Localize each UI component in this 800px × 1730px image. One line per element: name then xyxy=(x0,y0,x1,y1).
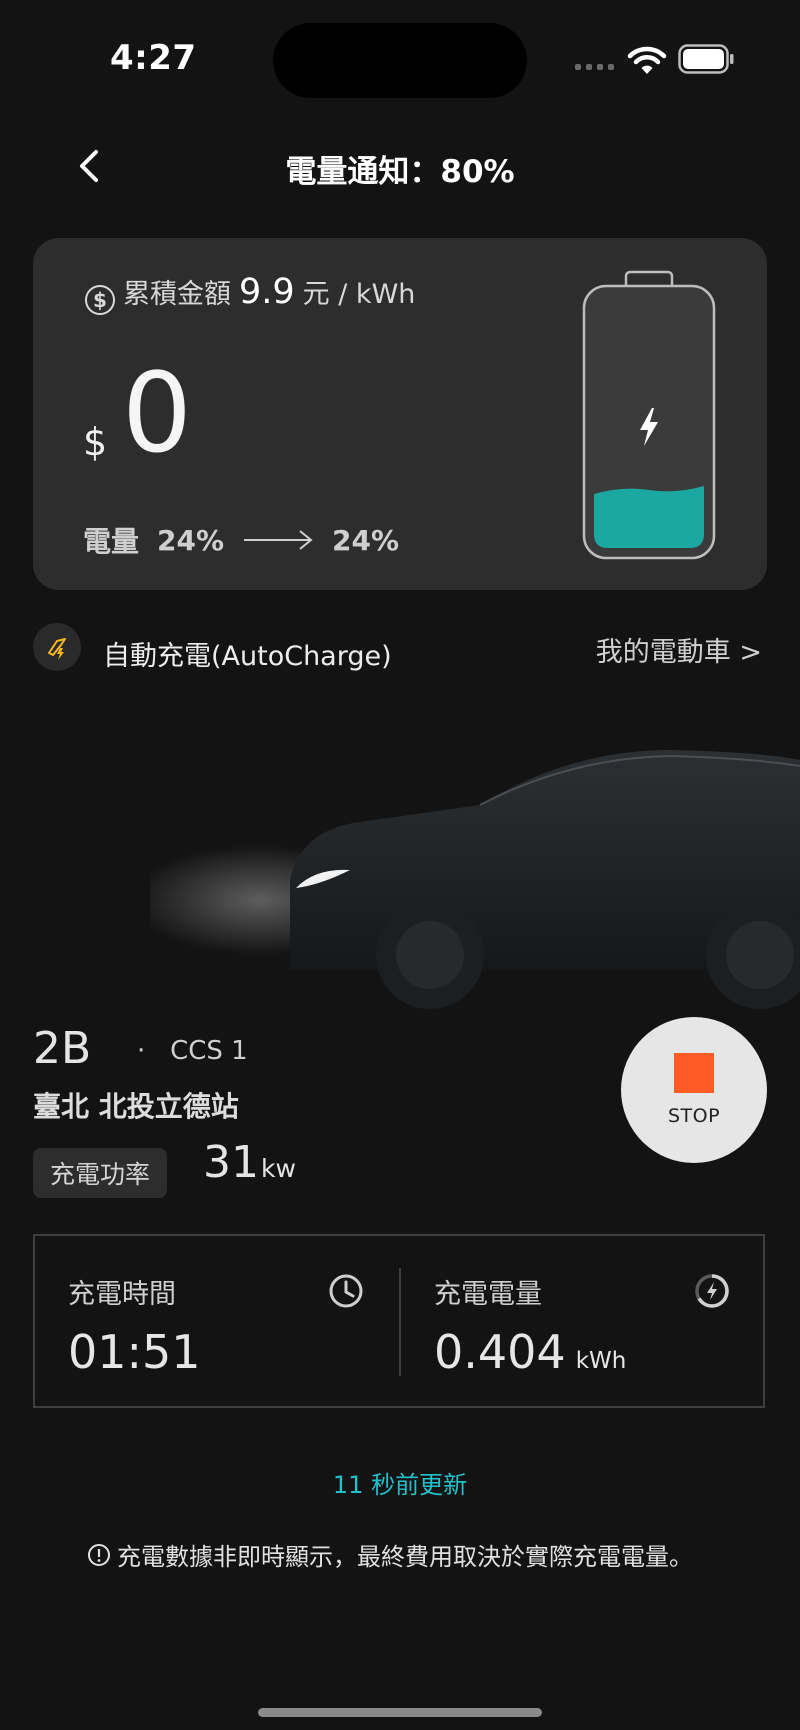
rate-row: $ 累積金額 9.9 元 / kWh xyxy=(85,272,416,315)
charger-bay: 2B xyxy=(33,1023,92,1074)
battery-from: 24% xyxy=(157,523,225,557)
car-illustration xyxy=(150,750,800,1009)
rate-unit: 元 / kWh xyxy=(302,279,416,310)
stop-label: STOP xyxy=(667,1105,721,1127)
wifi-icon xyxy=(627,46,667,74)
battery-change-row: 電量 24% 24% xyxy=(83,520,399,560)
page-title: 電量通知：80% xyxy=(285,154,515,190)
cellular-signal-icon xyxy=(575,64,614,70)
stop-icon xyxy=(674,1053,714,1093)
energy-unit: kWh xyxy=(575,1348,627,1374)
battery-fill xyxy=(594,486,704,548)
charged-energy-label: 充電電量 xyxy=(434,1279,542,1310)
info-icon xyxy=(88,1543,110,1566)
autocharge-icon xyxy=(33,623,81,671)
disclaimer: 充電數據非即時顯示，最終費用取決於實際充電電量。 xyxy=(87,1537,693,1572)
power-unit: kw xyxy=(261,1154,296,1183)
currency-symbol: $ xyxy=(83,420,108,464)
status-time: 4:27 xyxy=(110,38,197,78)
last-updated: 11 秒前更新 xyxy=(332,1471,468,1499)
rate-label: 累積金額 xyxy=(123,279,231,310)
separator-dot: · xyxy=(137,1036,146,1066)
charging-time-label: 充電時間 xyxy=(68,1279,176,1310)
my-ev-link[interactable]: 我的電動車 > xyxy=(596,630,762,669)
arrow-right-icon xyxy=(244,530,313,550)
energy-value: 0.404 xyxy=(434,1325,566,1379)
dynamic-island xyxy=(273,23,527,98)
clock-icon xyxy=(329,1274,363,1308)
charging-time-value: 01:51 xyxy=(68,1325,201,1379)
battery-icon xyxy=(678,44,734,74)
station-name: 臺北 北投立德站 xyxy=(33,1090,239,1123)
charging-power: 31kw xyxy=(203,1137,296,1188)
power-label-chip: 充電功率 xyxy=(33,1148,168,1198)
stats-divider xyxy=(399,1268,401,1376)
connector-label: CCS 1 xyxy=(170,1036,248,1066)
battery-to: 24% xyxy=(332,523,400,557)
connector-type: · CCS 1 xyxy=(137,1036,248,1066)
charged-energy-value: 0.404 kWh xyxy=(434,1325,626,1379)
stop-button[interactable]: STOP xyxy=(621,1017,767,1163)
gauge-icon xyxy=(695,1274,729,1308)
rate-value: 9.9 xyxy=(239,272,295,312)
dollar-icon: $ xyxy=(85,285,115,315)
charge-amount: 0 xyxy=(122,349,192,477)
battery-label: 電量 xyxy=(83,525,140,558)
battery-level-graphic xyxy=(582,270,716,560)
power-value: 31 xyxy=(203,1137,259,1188)
home-indicator[interactable] xyxy=(258,1708,542,1717)
autocharge-label: 自動充電(AutoCharge) xyxy=(103,641,392,672)
disclaimer-text: 充電數據非即時顯示，最終費用取決於實際充電電量。 xyxy=(117,1543,693,1571)
